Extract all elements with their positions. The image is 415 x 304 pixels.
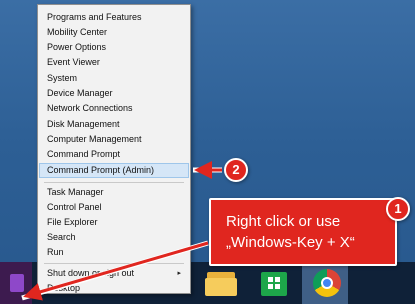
callout-line-2: „Windows-Key + X“ (226, 234, 355, 251)
arrow-to-start-button (23, 241, 209, 301)
callout-line-1: Right click or use (226, 213, 341, 230)
instruction-callout: Right click or use „Windows-Key + X“ (209, 198, 397, 266)
step-1-badge: 1 (386, 197, 410, 221)
step-2-badge: 2 (224, 158, 248, 182)
